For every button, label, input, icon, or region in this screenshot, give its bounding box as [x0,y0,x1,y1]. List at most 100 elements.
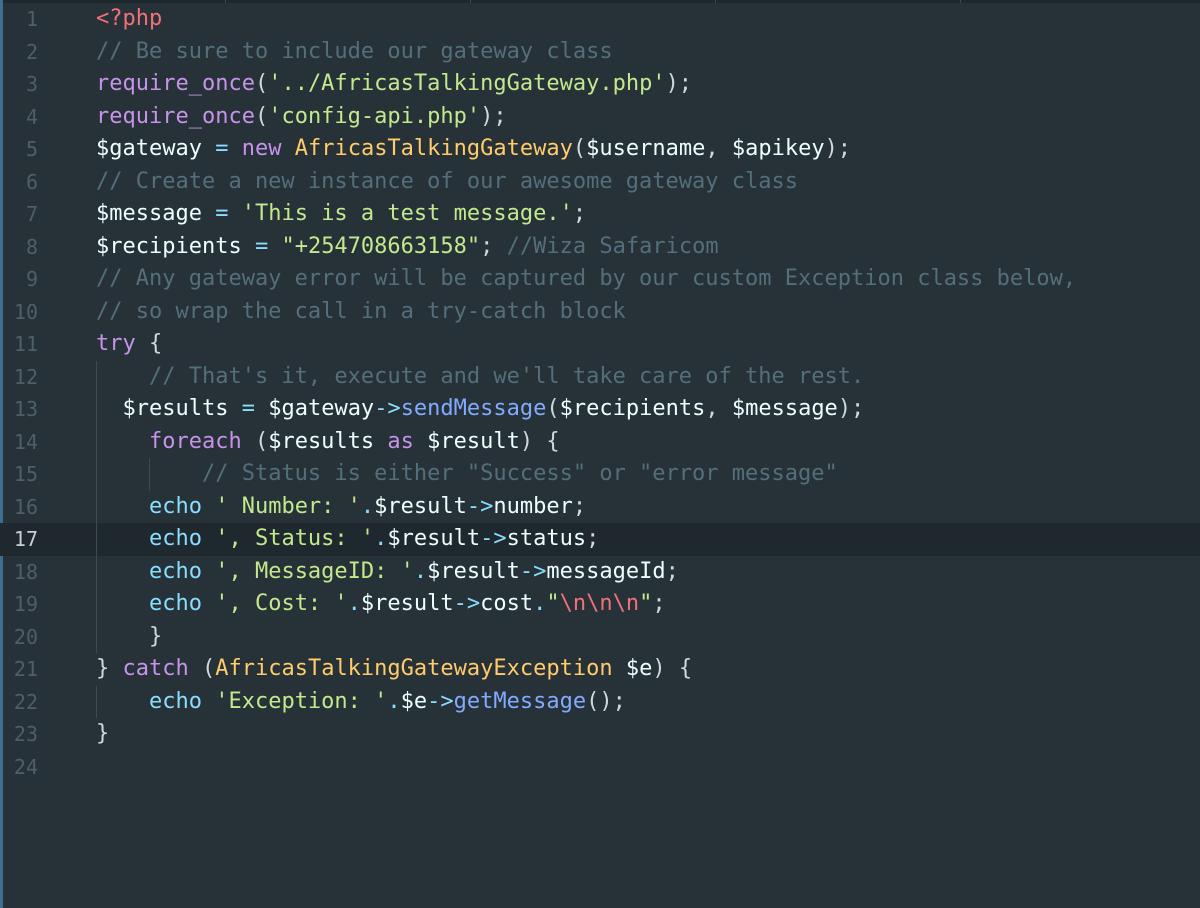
code-token: $recipients [559,396,706,421]
code-line[interactable]: 22 echo 'Exception: '.$e->getMessage(); [0,686,1200,719]
code-line[interactable]: 4 require_once('config-api.php'); [0,101,1200,134]
code-token: . [413,558,428,584]
code-token: ', Cost: ' [215,591,348,616]
code-text: // Status is either "Success" or "error … [96,458,838,491]
code-token: as [387,428,414,454]
code-line[interactable]: 23} [0,718,1200,751]
code-token: . [387,688,401,714]
code-token: " [639,591,653,616]
code-line[interactable]: 18 echo ', MessageID: '.$result->message… [0,556,1200,589]
code-token: ); [665,71,693,96]
code-token: $e [400,688,428,714]
line-number: 15 [13,462,38,486]
code-token: . [360,493,375,519]
code-token: $gateway [96,136,202,161]
code-line[interactable]: 16 echo ' Number: '.$result->number; [0,491,1200,524]
code-line[interactable]: 9 // Any gateway error will be captured b… [0,263,1200,296]
code-token: echo [148,493,202,519]
code-line[interactable]: 7 $message = 'This is a test message.'; [0,198,1200,231]
code-line[interactable]: 5 $gateway = new AfricasTalkingGateway($u… [0,133,1200,166]
line-number: 18 [13,559,38,584]
code-token: -> [374,396,401,421]
code-token: = [228,396,269,421]
line-number: 21 [13,657,38,681]
code-token: // so wrap the call in a try-catch block [96,298,626,324]
code-token: ', MessageID: ' [215,558,414,584]
code-text: $message = 'This is a test message.'; [96,198,586,231]
line-number: 9 [25,267,38,291]
code-text: echo ' Number: '.$result->number; [96,491,586,524]
code-token: $results [122,396,229,421]
code-line[interactable]: 10 // so wrap the call in a try-catch blo… [0,296,1200,329]
line-number: 6 [25,169,38,194]
code-text: <?php [96,3,162,36]
code-line[interactable]: 17 echo ', Status: '.$result->status; [0,523,1200,556]
line-number: 11 [13,332,38,356]
code-token: ); [837,396,865,421]
code-line[interactable]: 15 // Status is either "Success" or "err… [0,458,1200,491]
code-token: 'config-api.php' [268,103,481,129]
code-token: . [347,591,361,616]
code-token: require_once [96,103,255,129]
code-token: $result [387,526,481,551]
code-token: echo [148,591,202,616]
code-line[interactable]: 2 // Be sure to include our gateway class [0,36,1200,69]
code-token: ( [241,428,269,454]
code-text: echo ', Status: '.$result->status; [96,523,599,556]
code-text: echo ', Cost: '.$result->cost."\n\n\n"; [96,588,666,621]
code-line[interactable]: 3 require_once('../AfricasTalkingGateway.… [0,68,1200,101]
code-line[interactable]: 8 $recipients = "+254708663158"; //Wiza S… [0,231,1200,264]
code-token: ; [652,591,666,616]
line-number: 14 [13,429,38,454]
code-token: $result [427,428,520,454]
line-number: 13 [13,397,38,421]
line-number: 20 [13,624,38,649]
code-text: // Be sure to include our gateway class [96,36,613,69]
code-token: <?php [96,6,163,31]
code-token: ( [546,396,560,421]
code-line[interactable]: 20 } [0,621,1200,654]
code-token: \n\n\n [559,591,640,616]
code-token: // Any gateway error will be captured by… [96,266,1077,291]
code-line[interactable]: 19 echo ', Cost: '.$result->cost."\n\n\n… [0,588,1200,621]
code-token: , [705,396,732,421]
code-line[interactable]: 1 <?php [0,3,1200,36]
code-token: $result [360,591,454,616]
line-number: 2 [25,39,38,64]
code-token: ); [824,136,852,161]
code-line[interactable]: 21} catch (AfricasTalkingGatewayExceptio… [0,653,1200,686]
code-token: { [135,331,163,356]
code-line[interactable]: 6 // Create a new instance of our awesome… [0,166,1200,199]
code-token: -> [519,558,547,584]
code-line[interactable]: 24 [0,751,1200,784]
code-text: require_once('../AfricasTalkingGateway.p… [96,68,692,101]
code-token: getMessage [453,688,587,714]
code-line[interactable]: 13 $results = $gateway->sendMessage($rec… [0,393,1200,426]
code-token: cost [480,591,534,616]
indent-guide [149,458,150,491]
code-line[interactable]: 11 try { [0,328,1200,361]
code-token: $message [96,201,202,226]
code-editor[interactable]: 1 <?php 2 // Be sure to include our gateway… [0,0,1200,908]
code-token: ' Number: ' [215,493,361,519]
code-token: ', Status: ' [215,526,375,551]
code-token: // Create a new instance of our awesome … [96,168,798,194]
code-token: } [96,656,123,681]
code-token: ; [586,526,600,551]
code-text: } [96,621,162,654]
code-token: $apikey [731,136,825,161]
line-number: 7 [25,202,38,226]
code-text: $results = $gateway->sendMessage($recipi… [96,393,865,426]
code-token: $message [731,396,838,421]
code-token: echo [148,526,202,551]
line-number: 5 [25,137,38,161]
line-number: 8 [25,234,38,259]
code-line[interactable]: 12 // That's it, execute and we'll take … [0,361,1200,394]
code-line[interactable]: 14 foreach ($results as $result) { [0,426,1200,459]
code-token: AfricasTalkingGatewayException [215,656,613,681]
